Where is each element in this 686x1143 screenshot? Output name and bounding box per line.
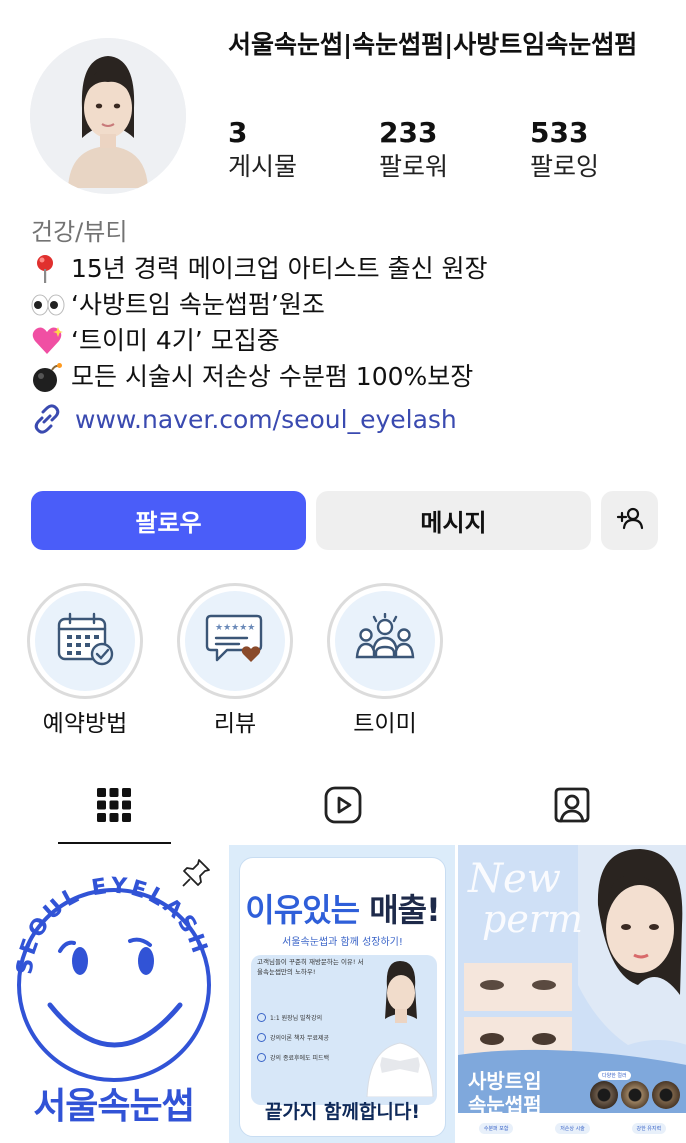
review-stars-icon: ★★★★★ (205, 612, 265, 670)
reels-icon (323, 785, 363, 829)
post-checklist-text: 강의 종료후에도 피드백 (270, 1055, 330, 1062)
profile-link-text[interactable]: www.naver.com/seoul_eyelash (75, 405, 457, 434)
post-tile[interactable]: New perm 사방트임 속눈썹펌 다양한 컬러 수분퍼 포함 저손상 시술 … (458, 845, 686, 1143)
round-pushpin-icon (31, 252, 71, 286)
stat-following-count: 533 (530, 116, 589, 149)
stat-followers[interactable]: 233 팔로워 (379, 116, 530, 184)
bio-line: ‘트이미 4기’ 모집중 (31, 323, 671, 359)
bio-line-text: 모든 시술시 저손상 수분펌 100%보장 (71, 362, 474, 391)
bio-line-text: ‘사방트임 속눈썹펌’원조 (71, 290, 325, 319)
stat-followers-count: 233 (379, 116, 438, 149)
profile-stats: 3 게시물 233 팔로워 533 팔로잉 (228, 116, 681, 184)
post-checklist-text: 1:1 원장님 밀착강의 (270, 1015, 323, 1022)
calendar-check-icon (55, 611, 115, 671)
bio-line-text: 15년 경력 메이크업 아티스트 출신 원장 (71, 254, 488, 283)
bomb-icon (31, 360, 71, 394)
stat-following-label: 팔로잉 (530, 152, 600, 181)
stat-posts-count: 3 (228, 116, 248, 149)
lens-label: 다양한 컬러 (598, 1071, 631, 1080)
post-checklist-text: 강의이론 책자 무료제공 (270, 1035, 330, 1042)
tab-tagged[interactable] (457, 770, 686, 844)
highlight-ring: ★★★★★ (177, 583, 293, 699)
highlight-reservation[interactable]: 예약방법 (26, 583, 144, 739)
bio-line: 모든 시술시 저손상 수분펌 100%보장 (31, 359, 671, 395)
post-title: 서울속눈썹 (33, 1086, 195, 1127)
post-headline: 이유있는 매출! (229, 885, 455, 931)
add-user-icon (616, 506, 644, 536)
profile-avatar[interactable] (30, 38, 186, 194)
link-icon (31, 403, 75, 435)
add-user-button[interactable] (601, 491, 658, 550)
stat-posts[interactable]: 3 게시물 (228, 116, 379, 184)
post-checklist-item: 강의 종료후에도 피드백 (257, 1053, 329, 1062)
sparkling-heart-icon (31, 324, 71, 358)
post-chips: 수분퍼 포함 저손상 시술 강한 유지력 (458, 1113, 686, 1143)
tagged-user-icon (552, 785, 592, 829)
post-chip: 강한 유지력 (631, 1122, 667, 1134)
tab-reels[interactable] (229, 770, 458, 844)
profile-actions: 팔로우 메시지 (31, 491, 658, 550)
highlight-cover: ★★★★★ (185, 591, 285, 691)
lens-swatch (652, 1081, 680, 1109)
post-script-title: perm (482, 897, 584, 941)
profile-bio: 건강/뷰티 15년 경력 메이크업 아티스트 출신 원장 ‘사방트임 속눈썹펌’… (31, 215, 671, 435)
lens-swatch (590, 1081, 618, 1109)
post-checklist-item: 1:1 원장님 밀착강의 (257, 1013, 322, 1022)
highlight-ring (327, 583, 443, 699)
highlight-cover (35, 591, 135, 691)
bio-category: 건강/뷰티 (31, 218, 128, 246)
post-headline-rest: 매출! (359, 891, 440, 929)
follow-button[interactable]: 팔로우 (31, 491, 306, 550)
post-footer: 끝가지 함께합니다! (264, 1101, 421, 1123)
bio-line-text: ‘트이미 4기’ 모집중 (71, 326, 280, 355)
highlight-review[interactable]: ★★★★★ 리뷰 (176, 583, 294, 739)
highlight-label: 예약방법 (42, 711, 128, 737)
bio-line: 15년 경력 메이크업 아티스트 출신 원장 (31, 251, 671, 287)
profile-header: 서울속눈썹|속눈썹펌|사방트임속눈썹펌 3 게시물 233 팔로워 533 팔로… (0, 0, 686, 200)
post-heading-line: 사방트임 (468, 1069, 542, 1093)
stat-posts-label: 게시물 (228, 152, 298, 181)
highlight-cover (335, 591, 435, 691)
post-chip: 수분퍼 포함 (478, 1122, 514, 1134)
stat-following[interactable]: 533 팔로잉 (530, 116, 681, 184)
message-button[interactable]: 메시지 (316, 491, 591, 550)
group-people-icon (354, 612, 416, 669)
pinned-icon (180, 857, 212, 893)
highlight-ring (27, 583, 143, 699)
bio-line: ‘사방트임 속눈썹펌’원조 (31, 287, 671, 323)
highlight-label: 리뷰 (213, 711, 257, 737)
post-headline-accent: 이유있는 (245, 891, 360, 929)
profile-link[interactable]: www.naver.com/seoul_eyelash (31, 403, 671, 435)
check-icon (257, 1013, 266, 1022)
stat-followers-label: 팔로워 (379, 152, 449, 181)
profile-tabs (0, 770, 686, 844)
check-icon (257, 1033, 266, 1042)
highlight-label: 트이미 (353, 711, 417, 737)
story-highlights: 예약방법 ★★★★★ 리뷰 트이미 (26, 583, 444, 739)
post-chip: 저손상 시술 (555, 1122, 590, 1134)
post-subtitle: 서울속눈썹과 함께 성장하기! (282, 937, 403, 948)
svg-text:★★★★★: ★★★★★ (215, 623, 255, 633)
eyes-icon (31, 288, 71, 322)
check-icon (257, 1053, 266, 1062)
profile-name: 서울속눈썹|속눈썹펌|사방트임속눈썹펌 (228, 30, 638, 59)
lens-swatches (590, 1081, 680, 1109)
highlight-teuimi[interactable]: 트이미 (326, 583, 444, 739)
post-intro: 고객님들이 꾸준히 재방문하는 이유! 서울속눈썹만의 노하우! (257, 958, 364, 976)
post-script-title: New (468, 856, 561, 902)
grid-icon (97, 788, 132, 826)
instructor-photo (366, 961, 434, 1097)
post-tile[interactable]: 이유있는 매출! 서울속눈썹과 함께 성장하기! 고객님들이 꾸준히 재방문하는… (229, 845, 455, 1143)
tab-grid[interactable] (0, 770, 229, 844)
post-grid: SEOUL EYELASH 서울속눈썹 이유있는 매출! 서울속눈썹과 함께 성… (0, 845, 686, 1143)
post-checklist-item: 강의이론 책자 무료제공 (257, 1033, 329, 1042)
lens-swatch (621, 1081, 649, 1109)
post-heading: 사방트임 속눈썹펌 (468, 1069, 542, 1117)
post-tile[interactable]: SEOUL EYELASH 서울속눈썹 (0, 845, 226, 1143)
